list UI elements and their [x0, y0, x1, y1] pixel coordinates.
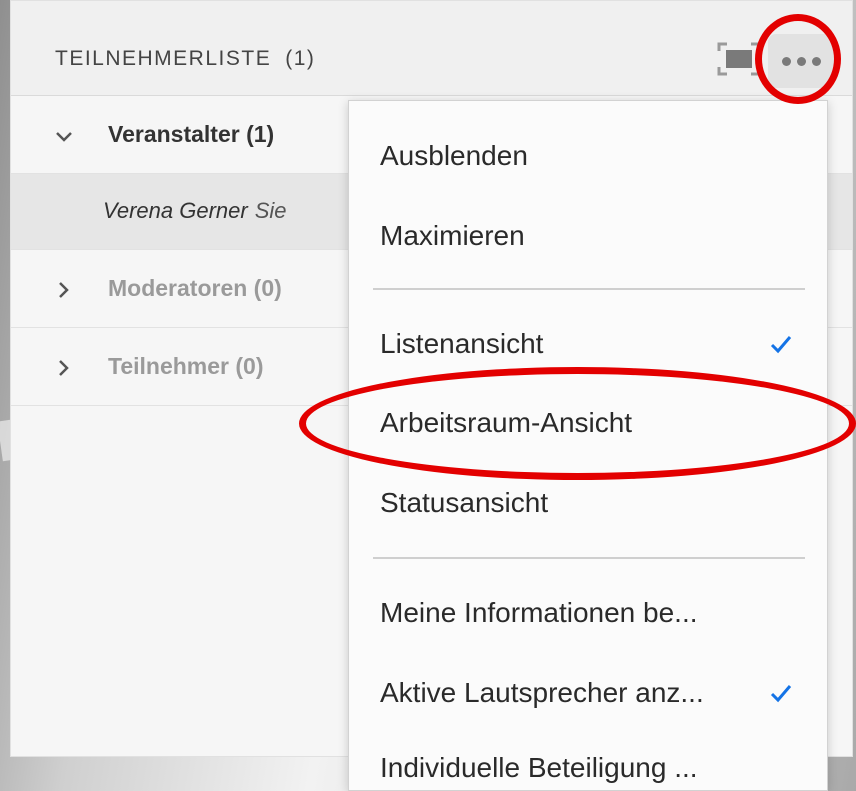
menu-item-label: Individuelle Beteiligung ... — [380, 752, 698, 783]
fullscreen-icon[interactable] — [717, 42, 761, 76]
menu-item-edit-my-info[interactable]: Meine Informationen be... — [349, 573, 827, 653]
menu-item-label: Arbeitsraum-Ansicht — [380, 407, 633, 438]
group-label-presenters: Moderatoren (0) — [108, 275, 282, 301]
chevron-right-icon — [59, 360, 69, 376]
attendee-name: Verena Gerner Sie — [103, 198, 287, 224]
group-label-hosts: Veranstalter (1) — [108, 121, 275, 147]
more-options-icon — [781, 56, 791, 66]
menu-item-label: Maximieren — [380, 220, 525, 251]
menu-item-list-view[interactable]: Listenansicht — [349, 304, 827, 384]
pod-header: TEILNEHMERLISTE (1) — [11, 1, 852, 96]
menu-item-maximize[interactable]: Maximieren — [349, 196, 827, 276]
menu-item-workspace-view[interactable]: Arbeitsraum-Ansicht — [349, 383, 827, 463]
group-label-participants: Teilnehmer (0) — [108, 353, 264, 379]
menu-item-label: Listenansicht — [380, 328, 544, 359]
menu-item-label: Meine Informationen be... — [380, 597, 698, 628]
menu-item-hide[interactable]: Ausblenden — [349, 116, 827, 196]
checkmark-icon — [770, 336, 792, 354]
menu-item-show-active-speakers[interactable]: Aktive Lautsprecher anz... — [349, 653, 827, 733]
more-options-dot — [811, 56, 821, 66]
menu-item-label: Statusansicht — [380, 487, 549, 518]
menu-divider — [373, 288, 805, 290]
attendee-self-tag: Sie — [254, 198, 287, 223]
menu-item-label: Ausblenden — [380, 140, 528, 171]
pod-options-menu: Ausblenden Maximieren Listenansicht Arbe… — [348, 100, 828, 791]
attendee-name-text: Verena Gerner — [103, 198, 248, 223]
menu-item-status-view[interactable]: Statusansicht — [349, 463, 827, 543]
pod-title: TEILNEHMERLISTE (1) — [55, 47, 315, 71]
menu-item-individual-engagement[interactable]: Individuelle Beteiligung ... — [349, 728, 827, 791]
menu-divider — [373, 557, 805, 559]
chevron-down-icon — [56, 132, 72, 142]
pod-attendee-count: (1) — [285, 47, 316, 70]
checkmark-icon — [770, 685, 792, 703]
pod-title-text: TEILNEHMERLISTE — [55, 47, 272, 70]
more-options-button[interactable] — [768, 34, 834, 88]
menu-item-label: Aktive Lautsprecher anz... — [380, 677, 704, 708]
chevron-right-icon — [59, 282, 69, 298]
more-options-dot — [796, 56, 806, 66]
